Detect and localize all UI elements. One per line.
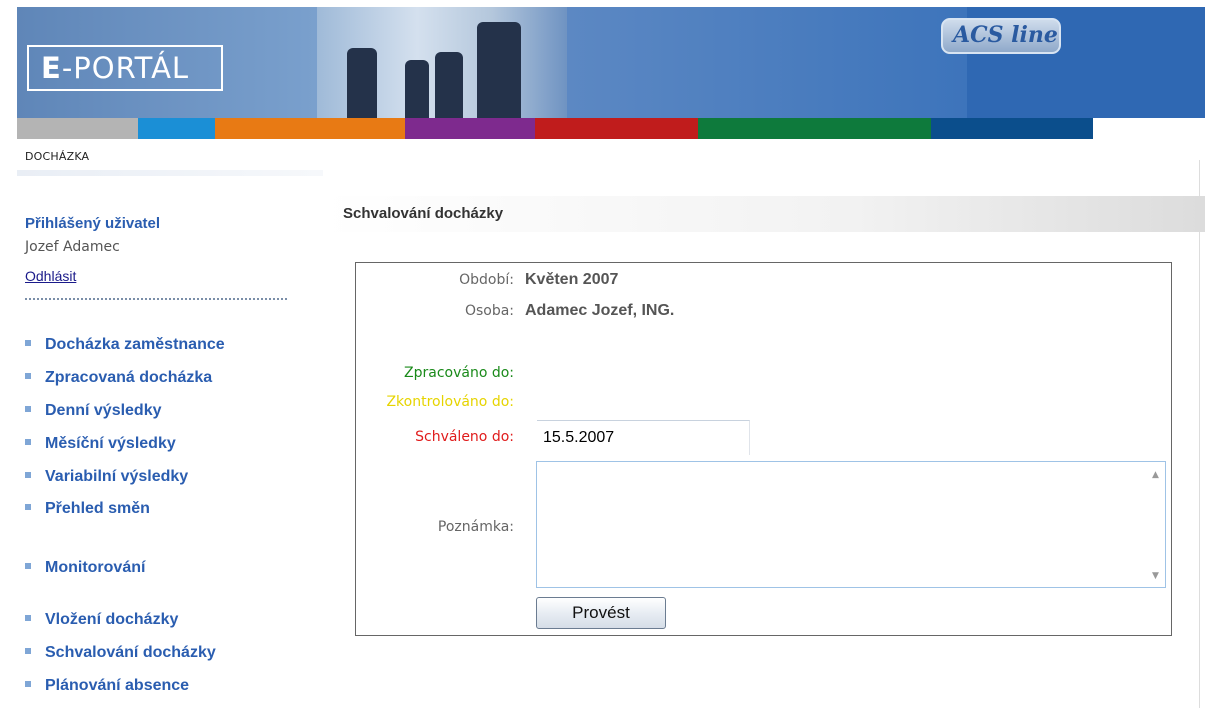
stripe-segment xyxy=(138,118,215,139)
page-title-bar: Schvalování docházky xyxy=(323,196,1205,232)
sidebar-item-attendance-approval[interactable]: Schvalování docházky xyxy=(25,644,216,662)
bullet-icon xyxy=(25,614,31,621)
stripe-segment xyxy=(535,118,698,139)
period-value: Květen 2007 xyxy=(525,271,619,288)
period-label: Období: xyxy=(459,272,514,288)
stripe-segment xyxy=(215,118,405,139)
photo-person xyxy=(435,52,463,118)
scroll-up-icon[interactable]: ▲ xyxy=(1152,470,1159,480)
bullet-icon xyxy=(25,339,31,346)
page-title: Schvalování docházky xyxy=(343,205,504,222)
stripe-segment xyxy=(405,118,535,139)
processed-until-label: Zpracováno do: xyxy=(404,365,514,381)
sidebar-item-attendance-entry[interactable]: Vložení docházky xyxy=(25,611,178,629)
note-scrollbar[interactable]: ▲ ▼ xyxy=(1148,462,1165,587)
stripe-segment xyxy=(1093,118,1205,139)
photo-person xyxy=(477,22,521,118)
stripe-segment xyxy=(698,118,931,139)
sidebar-item-daily-results[interactable]: Denní výsledky xyxy=(25,402,162,420)
logged-user-label: Přihlášený uživatel xyxy=(25,215,161,232)
bullet-icon xyxy=(25,562,31,569)
color-stripe xyxy=(17,118,1205,139)
person-label: Osoba: xyxy=(464,303,514,319)
stripe-segment xyxy=(931,118,1093,139)
sidebar-item-variable-results[interactable]: Variabilní výsledky xyxy=(25,468,188,486)
logged-user-name: Jozef Adamec xyxy=(25,239,120,255)
sidebar-item-monitoring[interactable]: Monitorování xyxy=(25,559,145,577)
eportal-logo[interactable]: E-PORTÁL xyxy=(27,45,223,91)
person-value: Adamec Jozef, ING. xyxy=(525,302,675,319)
acs-line-logo: ACS line xyxy=(941,18,1061,54)
sidebar-item-absence-planning[interactable]: Plánování absence xyxy=(25,677,189,695)
sidebar-item-processed-attendance[interactable]: Zpracovaná docházka xyxy=(25,369,212,387)
bullet-icon xyxy=(25,372,31,379)
banner-photo xyxy=(317,7,567,118)
approved-until-label: Schváleno do: xyxy=(415,429,514,445)
bullet-icon xyxy=(25,438,31,445)
approved-until-input[interactable] xyxy=(537,420,750,455)
note-textarea[interactable]: ▲ ▼ xyxy=(536,461,1166,588)
bullet-icon xyxy=(25,405,31,412)
logout-link[interactable]: Odhlásit xyxy=(25,268,76,284)
bullet-icon xyxy=(25,680,31,687)
photo-person xyxy=(405,60,429,118)
bullet-icon xyxy=(25,503,31,510)
note-label: Poznámka: xyxy=(437,519,514,535)
breadcrumb-divider xyxy=(17,170,323,176)
breadcrumb: DOCHÁZKA xyxy=(25,150,90,163)
bullet-icon xyxy=(25,471,31,478)
content-right-border xyxy=(1199,160,1200,708)
bullet-icon xyxy=(25,647,31,654)
photo-person xyxy=(347,48,377,118)
sidebar-divider xyxy=(25,298,287,300)
stripe-segment xyxy=(17,118,138,139)
sidebar-item-employee-attendance[interactable]: Docházka zaměstnance xyxy=(25,336,225,354)
checked-until-label: Zkontrolováno do: xyxy=(386,394,514,410)
banner-right-bg xyxy=(567,7,967,118)
header-banner: E-PORTÁL ACS line xyxy=(17,7,1205,118)
submit-button[interactable]: Provést xyxy=(536,597,666,629)
scroll-down-icon[interactable]: ▼ xyxy=(1152,571,1159,581)
approval-form: Období: Květen 2007 Osoba: Adamec Jozef,… xyxy=(355,262,1172,636)
sidebar-item-monthly-results[interactable]: Měsíční výsledky xyxy=(25,435,176,453)
sidebar-item-shift-overview[interactable]: Přehled směn xyxy=(25,500,150,518)
